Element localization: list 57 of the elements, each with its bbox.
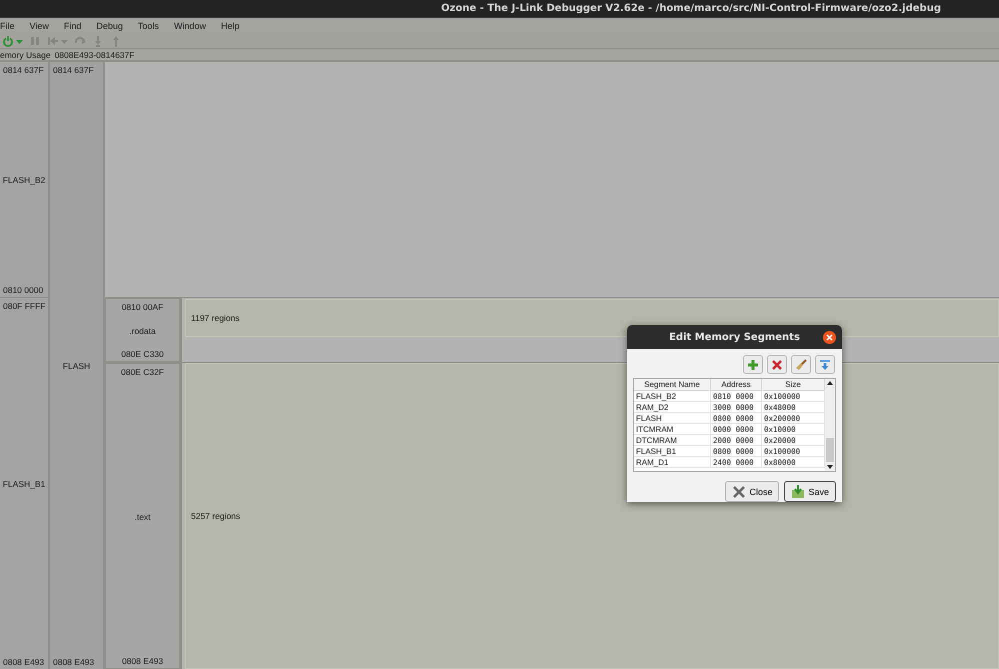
power-icon[interactable] <box>2 34 14 46</box>
block-label: .text <box>134 512 151 522</box>
save-button[interactable]: Save <box>784 481 836 502</box>
block-label: .rodata <box>129 326 156 336</box>
block-label: FLASH_B2 <box>2 175 46 185</box>
table-cell[interactable]: FLASH <box>634 412 710 424</box>
menu-item[interactable]: Find <box>64 20 82 30</box>
column-header[interactable]: Size <box>762 379 824 390</box>
table-cell[interactable]: FLASH_B1 <box>634 446 710 456</box>
import-button[interactable] <box>815 355 835 374</box>
memory-block[interactable]: 0814 637F FLASH 0808 E493 <box>50 62 103 669</box>
region-count: 1197 regions <box>191 313 240 323</box>
table-cell[interactable]: FLASH_B2 <box>634 390 710 402</box>
save-icon <box>791 484 806 498</box>
table-cell[interactable]: DTCMRAM <box>634 434 710 446</box>
memory-block[interactable]: 080E C32F .text 0808 E493 <box>105 363 180 669</box>
address-label: 0814 637F <box>52 65 94 75</box>
address-label: 080E C330 <box>121 349 164 359</box>
address-label: 0808 E493 <box>122 656 164 666</box>
delete-button[interactable] <box>767 355 787 374</box>
cross-icon <box>771 358 783 370</box>
address-label: 0808 E493 <box>52 657 94 667</box>
add-button[interactable] <box>743 355 763 374</box>
menu-item[interactable]: View <box>30 20 49 30</box>
memory-block[interactable]: 0814 637F FLASH_B2 0810 0000 <box>0 62 48 297</box>
block-label: FLASH_B1 <box>2 479 46 489</box>
window-title: Ozone - The J-Link Debugger V2.62e - /home/marco/src/NI-Control-Firmware/ozo2.jdebug <box>441 3 941 14</box>
region-count: 5257 regions <box>191 511 240 521</box>
table-cell[interactable]: RAM_D2 <box>634 402 710 412</box>
address-label: 0808 E493 <box>2 657 44 667</box>
panel-title: emory Usage <box>0 50 51 60</box>
memory-block[interactable]: 0810 00AF .rodata 080E C330 <box>105 298 180 362</box>
table-cell[interactable]: RAM_D1 <box>634 456 710 468</box>
address-label: 080F FFFF <box>2 301 46 311</box>
address-label: 0810 0000 <box>2 285 44 295</box>
address-label: 080E C32F <box>121 367 164 377</box>
block-label: FLASH <box>62 361 90 371</box>
arrow-down-icon <box>819 358 831 370</box>
menu-item[interactable]: Tools <box>138 20 159 30</box>
close-button[interactable]: Close <box>725 481 780 502</box>
column-header[interactable]: Address <box>710 379 762 390</box>
menu-item[interactable]: Debug <box>96 20 123 30</box>
address-range: 0808E493-0814637F <box>54 50 134 60</box>
clear-button[interactable] <box>791 355 811 374</box>
scrollbar-drawing[interactable] <box>825 379 835 471</box>
menu-item[interactable]: Window <box>174 20 206 30</box>
plus-icon <box>747 358 759 370</box>
address-label: 0810 00AF <box>122 302 164 312</box>
menu-item[interactable]: File <box>0 20 15 30</box>
close-icon <box>732 484 746 498</box>
brush-icon <box>795 358 807 370</box>
column-header[interactable]: Segment Name <box>634 379 710 390</box>
address-label: 0814 637F <box>2 65 44 75</box>
menu-item[interactable]: Help <box>220 20 240 30</box>
table-cell[interactable]: ITCMRAM <box>634 424 710 434</box>
close-icon[interactable] <box>823 331 836 344</box>
memory-block[interactable]: 080F FFFF FLASH_B1 0808 E493 <box>0 298 48 669</box>
